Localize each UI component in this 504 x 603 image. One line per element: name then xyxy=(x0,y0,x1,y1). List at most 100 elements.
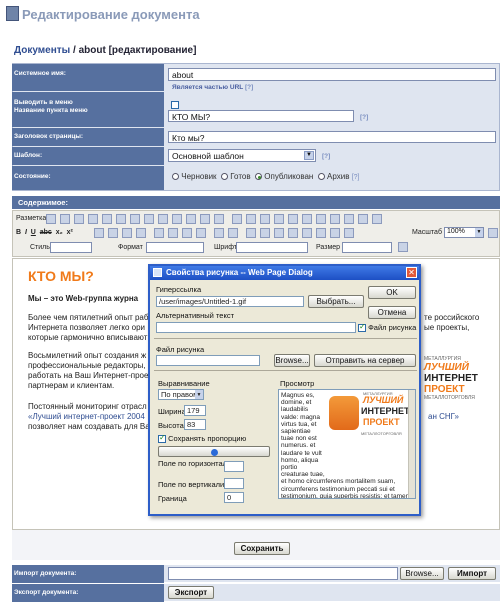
table-icon[interactable] xyxy=(302,214,312,224)
image-icon[interactable] xyxy=(274,214,284,224)
ok-button[interactable]: OK xyxy=(368,286,416,299)
state-draft-radio[interactable]: Черновик xyxy=(172,172,217,181)
state-published-radio[interactable]: Опубликован xyxy=(255,172,313,181)
rule-icon[interactable] xyxy=(316,214,326,224)
checkbox-icon[interactable] xyxy=(46,214,56,224)
reset-size-button[interactable] xyxy=(158,446,270,457)
cut-icon[interactable] xyxy=(74,214,84,224)
breadcrumb-documents-link[interactable]: Документы xyxy=(14,45,70,56)
image-file-checkbox[interactable]: Файл рисунка xyxy=(358,322,416,333)
hspace-input[interactable] xyxy=(224,461,244,472)
width-label: Ширина xyxy=(158,407,186,416)
font-select[interactable] xyxy=(236,242,308,253)
menu-item-input[interactable]: КТО МЫ? xyxy=(168,110,354,122)
redo-icon[interactable] xyxy=(186,214,196,224)
import-file-input[interactable] xyxy=(168,567,398,580)
align-left-icon[interactable] xyxy=(94,228,104,238)
textarea-icon[interactable] xyxy=(274,228,284,238)
copy-icon[interactable] xyxy=(88,214,98,224)
link-icon[interactable] xyxy=(232,214,242,224)
select-field-icon[interactable] xyxy=(288,228,298,238)
size-select[interactable] xyxy=(342,242,392,253)
find-icon[interactable] xyxy=(158,214,168,224)
omega-icon[interactable] xyxy=(330,214,340,224)
import-label: Импорт документа: xyxy=(14,570,77,577)
menu-item-help[interactable]: [?] xyxy=(360,114,368,121)
system-name-label-cell xyxy=(12,64,164,91)
system-name-label: Системное имя: xyxy=(14,70,66,77)
indent-icon[interactable] xyxy=(196,228,206,238)
export-label: Экспорт документа: xyxy=(14,589,79,596)
format-label: Формат xyxy=(118,244,143,251)
select-all-icon[interactable] xyxy=(200,214,210,224)
export-button[interactable]: Экспорт xyxy=(168,586,214,599)
choose-button[interactable]: Выбрать... xyxy=(308,295,364,308)
image-file-input[interactable] xyxy=(156,355,260,366)
paste-text-icon[interactable] xyxy=(116,214,126,224)
bg-color-icon[interactable] xyxy=(228,228,238,238)
browse-button[interactable]: Browse... xyxy=(274,354,310,367)
style-select[interactable] xyxy=(50,242,92,253)
page-title-input[interactable]: Кто мы? xyxy=(168,131,496,143)
about-icon[interactable] xyxy=(372,214,382,224)
paragraph-icon[interactable] xyxy=(246,228,256,238)
ordered-list-icon[interactable] xyxy=(154,228,164,238)
format-buttons-row[interactable]: B I U abc x₂ x² xyxy=(16,229,73,236)
paste-icon[interactable] xyxy=(102,214,112,224)
source-icon[interactable] xyxy=(344,228,354,238)
state-ready-radio[interactable]: Готов xyxy=(221,172,251,181)
template-select[interactable]: Основной шаблон ▼ xyxy=(168,149,316,162)
style-label: Стиль xyxy=(30,244,50,251)
outdent-icon[interactable] xyxy=(182,228,192,238)
height-input[interactable]: 83 xyxy=(184,419,206,430)
page-break-icon[interactable] xyxy=(358,214,368,224)
keep-ratio-checkbox[interactable]: Сохранять пропорцию xyxy=(158,433,246,444)
import-button[interactable]: Импорт xyxy=(448,567,496,580)
form-icon[interactable] xyxy=(260,228,270,238)
menu-item-label: Название пункта меню xyxy=(14,107,88,114)
border-input[interactable]: 0 xyxy=(224,492,244,503)
image-button-icon[interactable] xyxy=(316,228,326,238)
hyperlink-input[interactable]: /user/images/Untitled-1.gif xyxy=(156,296,304,307)
dialog-title: Свойства рисунка -- Web Page Dialog xyxy=(150,266,419,280)
save-button[interactable]: Сохранить xyxy=(234,542,290,555)
unordered-list-icon[interactable] xyxy=(168,228,178,238)
align-center-icon[interactable] xyxy=(108,228,118,238)
flash-icon[interactable] xyxy=(288,214,298,224)
align-select[interactable]: По правом ▼ xyxy=(158,389,204,400)
send-to-server-button[interactable]: Отправить на сервер xyxy=(314,354,416,367)
template-help[interactable]: [?] xyxy=(322,153,330,160)
align-right-icon[interactable] xyxy=(122,228,132,238)
show-in-menu-checkbox[interactable] xyxy=(171,99,179,109)
smiley-icon[interactable] xyxy=(344,214,354,224)
close-icon[interactable]: ✕ xyxy=(406,267,417,278)
paste-word-icon[interactable] xyxy=(130,214,140,224)
undo-icon[interactable] xyxy=(172,214,182,224)
new-doc-icon[interactable] xyxy=(60,214,70,224)
state-archive-radio[interactable]: Архив xyxy=(317,172,349,181)
width-input[interactable]: 179 xyxy=(184,405,206,416)
height-label: Высота xyxy=(158,421,184,430)
print-icon[interactable] xyxy=(144,214,154,224)
content-p4: Постоянный мониторинг отрасл «Лучший инте… xyxy=(28,402,150,431)
border-label: Граница xyxy=(158,494,187,503)
content-p3: Восьмилетний опыт создания ж профессионал… xyxy=(28,351,149,390)
hidden-field-icon[interactable] xyxy=(330,228,340,238)
zoom-select[interactable]: 100% ▼ xyxy=(444,227,484,238)
text-color-icon[interactable] xyxy=(214,228,224,238)
export-row xyxy=(164,584,500,602)
help-icon[interactable] xyxy=(488,228,498,238)
import-browse-button[interactable]: Browse... xyxy=(400,567,444,580)
align-justify-icon[interactable] xyxy=(136,228,146,238)
system-name-input[interactable]: about xyxy=(168,68,496,81)
anchor-icon[interactable] xyxy=(260,214,270,224)
button-field-icon[interactable] xyxy=(302,228,312,238)
remove-format-icon[interactable] xyxy=(214,214,224,224)
cancel-button[interactable]: Отмена xyxy=(368,306,416,319)
unlink-icon[interactable] xyxy=(246,214,256,224)
font-color-icon[interactable] xyxy=(398,242,408,252)
preview-scrollbar[interactable] xyxy=(408,390,415,498)
vspace-input[interactable] xyxy=(224,478,244,489)
format-select[interactable] xyxy=(146,242,204,253)
alt-text-input[interactable] xyxy=(156,322,356,333)
